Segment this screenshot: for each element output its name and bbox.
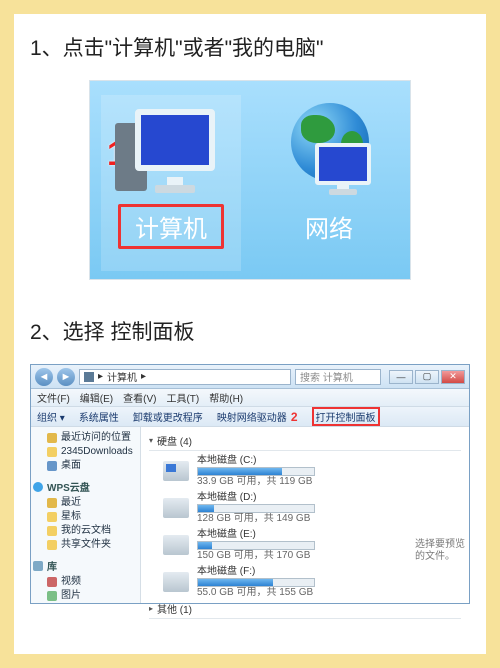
desktop-icon-network[interactable]: 网络	[259, 95, 399, 271]
explorer-sidebar: 最近访问的位置 2345Downloads 桌面 WPS云盘 最近 星标 我的云…	[31, 427, 141, 603]
drive-icon	[163, 461, 189, 481]
folder-icon	[47, 447, 57, 457]
chevron-down-icon: ▾	[149, 436, 153, 445]
minimize-button[interactable]: —	[389, 370, 413, 384]
desktop-icon	[47, 461, 57, 471]
step1-title: 1、点击"计算机"或者"我的电脑"	[30, 32, 470, 62]
drive-detail: 55.0 GB 可用，共 155 GB	[197, 587, 315, 598]
computer-icon	[121, 103, 221, 198]
sidebar-library-pictures[interactable]: 图片	[33, 589, 138, 603]
sidebar-wps-head[interactable]: WPS云盘	[33, 479, 138, 494]
drive-name: 本地磁盘 (F:)	[197, 566, 315, 577]
sidebar-wps-recent[interactable]: 最近	[33, 496, 138, 510]
drive-name: 本地磁盘 (D:)	[197, 492, 315, 503]
section-header-disks[interactable]: ▾ 硬盘 (4)	[149, 431, 461, 451]
recent-icon	[47, 498, 57, 508]
nav-back-button[interactable]: ◄	[35, 368, 53, 386]
video-icon	[47, 577, 57, 587]
search-placeholder: 搜索 计算机	[300, 369, 353, 384]
explorer-content: ▾ 硬盘 (4) 本地磁盘 (C:)33.9 GB 可用，共 119 GB本地磁…	[141, 427, 469, 603]
sidebar-recent[interactable]: 最近访问的位置	[33, 431, 138, 445]
drive-detail: 33.9 GB 可用，共 119 GB	[197, 476, 315, 487]
callout-number-2: 2	[291, 410, 298, 424]
sidebar-wps-share[interactable]: 共享文件夹	[33, 538, 138, 552]
library-icon	[33, 561, 43, 571]
share-icon	[47, 540, 57, 550]
document-page: 1、点击"计算机"或者"我的电脑" 1 计算机 网络 2、选择 控制面板 ◄ ►	[14, 14, 486, 654]
preview-hint: 选择要预览 的文件。	[415, 539, 465, 563]
capacity-bar	[197, 467, 315, 476]
menu-file[interactable]: 文件(F)	[37, 390, 70, 405]
computer-icon-small	[84, 372, 94, 382]
pictures-icon	[47, 591, 57, 601]
step2-title: 2、选择 控制面板	[30, 316, 470, 346]
maximize-button[interactable]: ▢	[415, 370, 439, 384]
close-button[interactable]: ✕	[441, 370, 465, 384]
toolbar-organize[interactable]: 组织 ▾	[37, 409, 65, 424]
search-input[interactable]: 搜索 计算机	[295, 369, 381, 385]
drive-row[interactable]: 本地磁盘 (C:) 33.9 GB 可用，共 119 GB	[149, 451, 461, 488]
figure-explorer-window: ◄ ► ▸ 计算机 ▸ 搜索 计算机 — ▢ ✕ 文件(F) 编辑(E) 查看(…	[30, 364, 470, 604]
figure-desktop-icons: 1 计算机 网络	[89, 80, 411, 280]
network-icon-label: 网络	[288, 204, 370, 249]
toolbar-map-drive[interactable]: 映射网络驱动器	[217, 409, 287, 424]
folder-icon	[47, 526, 57, 536]
drive-icon	[163, 498, 189, 518]
sidebar-library-head[interactable]: 库	[33, 558, 138, 573]
section-header-other[interactable]: ▸ 其他 (1)	[149, 599, 461, 619]
drive-detail: 150 GB 可用，共 170 GB	[197, 550, 315, 561]
chevron-right-icon: ▸	[149, 604, 153, 613]
capacity-bar	[197, 541, 315, 550]
address-label: 计算机	[107, 369, 137, 384]
capacity-bar	[197, 504, 315, 513]
menu-tools[interactable]: 工具(T)	[166, 390, 199, 405]
menu-help[interactable]: 帮助(H)	[209, 390, 243, 405]
menu-edit[interactable]: 编辑(E)	[80, 390, 113, 405]
drive-name: 本地磁盘 (E:)	[197, 529, 315, 540]
desktop-icon-computer[interactable]: 1 计算机	[101, 95, 241, 271]
drive-icon	[163, 572, 189, 592]
recent-icon	[47, 433, 57, 443]
window-titlebar: ◄ ► ▸ 计算机 ▸ 搜索 计算机 — ▢ ✕	[31, 365, 469, 389]
toolbar-system-properties[interactable]: 系统属性	[79, 409, 119, 424]
capacity-bar	[197, 578, 315, 587]
nav-forward-button[interactable]: ►	[57, 368, 75, 386]
drive-row[interactable]: 本地磁盘 (F:) 55.0 GB 可用，共 155 GB	[149, 562, 461, 599]
drive-row[interactable]: 本地磁盘 (D:) 128 GB 可用，共 149 GB	[149, 488, 461, 525]
sidebar-library-video[interactable]: 视频	[33, 575, 138, 589]
menu-view[interactable]: 查看(V)	[123, 390, 156, 405]
drive-name: 本地磁盘 (C:)	[197, 455, 315, 466]
star-icon	[47, 512, 57, 522]
computer-icon-label: 计算机	[118, 204, 224, 249]
network-icon	[279, 103, 379, 198]
menu-bar: 文件(F) 编辑(E) 查看(V) 工具(T) 帮助(H)	[31, 389, 469, 407]
toolbar: 组织 ▾ 系统属性 卸载或更改程序 映射网络驱动器 2 打开控制面板	[31, 407, 469, 427]
drive-detail: 128 GB 可用，共 149 GB	[197, 513, 315, 524]
address-bar[interactable]: ▸ 计算机 ▸	[79, 369, 291, 385]
cloud-icon	[33, 482, 43, 492]
sidebar-desktop[interactable]: 桌面	[33, 459, 138, 473]
sidebar-wps-docs[interactable]: 我的云文档	[33, 524, 138, 538]
sidebar-wps-star[interactable]: 星标	[33, 510, 138, 524]
toolbar-uninstall[interactable]: 卸载或更改程序	[133, 409, 203, 424]
toolbar-open-control-panel[interactable]: 打开控制面板	[312, 407, 380, 426]
sidebar-downloads[interactable]: 2345Downloads	[33, 445, 138, 459]
window-controls: — ▢ ✕	[389, 370, 465, 384]
explorer-body: 最近访问的位置 2345Downloads 桌面 WPS云盘 最近 星标 我的云…	[31, 427, 469, 603]
drive-icon	[163, 535, 189, 555]
